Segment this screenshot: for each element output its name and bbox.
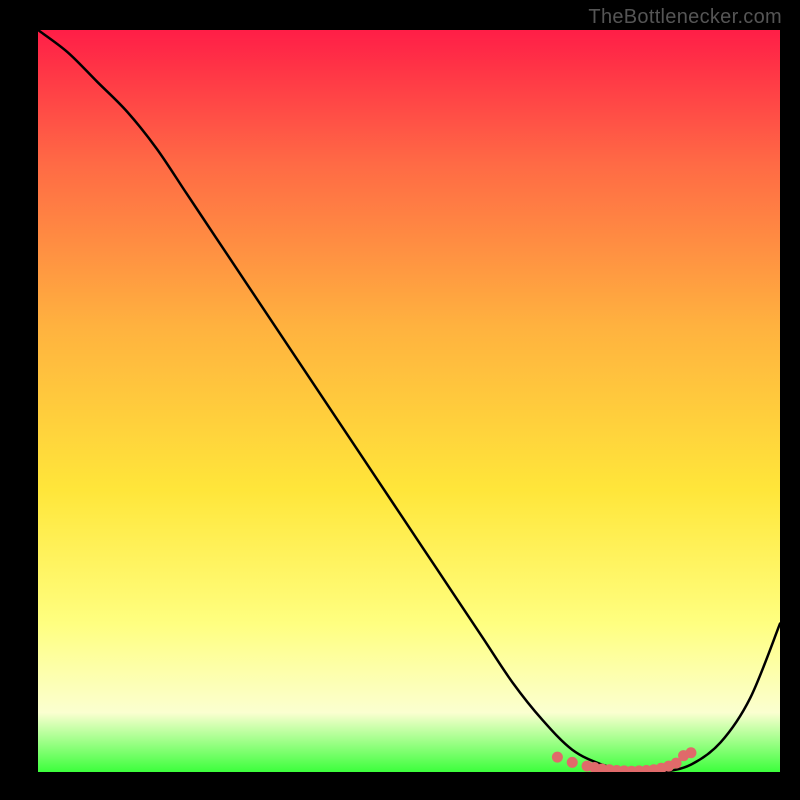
watermark-text: TheBottlenecker.com xyxy=(588,6,782,29)
marker-dot xyxy=(552,752,563,763)
chart-svg xyxy=(38,30,780,772)
chart-plot-area xyxy=(38,30,780,772)
marker-dot xyxy=(685,747,696,758)
marker-dot xyxy=(567,757,578,768)
chart-background xyxy=(38,30,780,772)
chart-container: TheBottlenecker.com xyxy=(0,0,800,800)
